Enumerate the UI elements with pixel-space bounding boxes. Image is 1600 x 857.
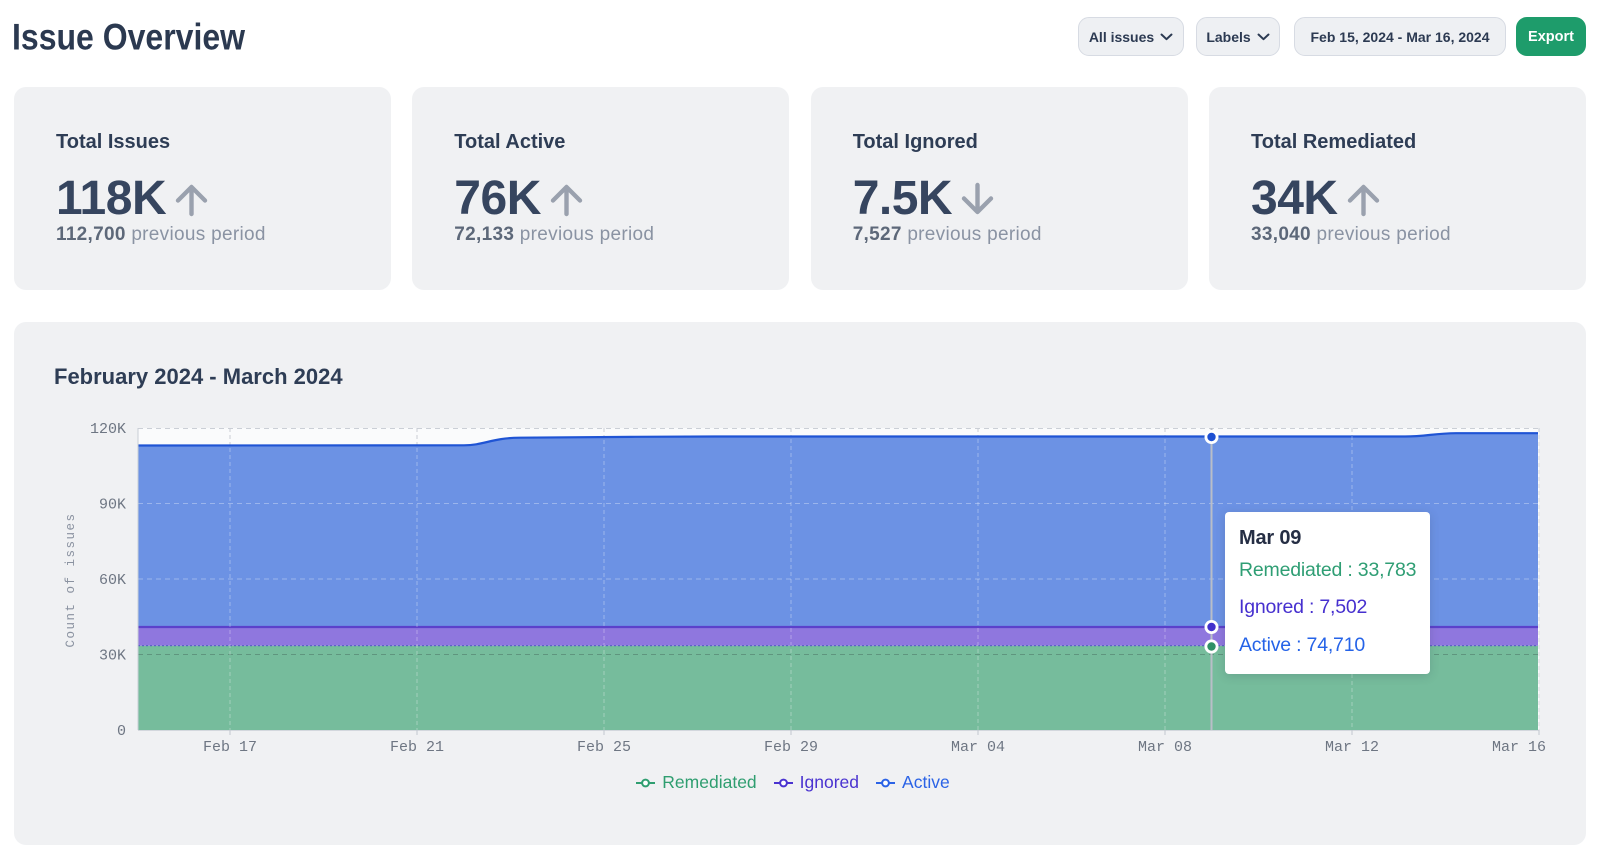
svg-text:Mar 04: Mar 04 — [951, 739, 1005, 756]
svg-text:Feb 25: Feb 25 — [577, 739, 631, 756]
svg-text:Mar 16: Mar 16 — [1492, 739, 1546, 756]
svg-text:Mar 12: Mar 12 — [1325, 739, 1379, 756]
svg-text:Feb 21: Feb 21 — [390, 739, 444, 756]
svg-text:Count of issues: Count of issues — [64, 512, 78, 647]
svg-text:Feb 17: Feb 17 — [203, 739, 257, 756]
svg-text:Mar 08: Mar 08 — [1138, 739, 1192, 756]
svg-text:60K: 60K — [99, 572, 126, 589]
svg-text:30K: 30K — [99, 648, 126, 665]
svg-text:Feb 29: Feb 29 — [764, 739, 818, 756]
svg-text:0: 0 — [117, 723, 126, 740]
svg-text:90K: 90K — [99, 497, 126, 514]
svg-text:120K: 120K — [90, 421, 126, 438]
